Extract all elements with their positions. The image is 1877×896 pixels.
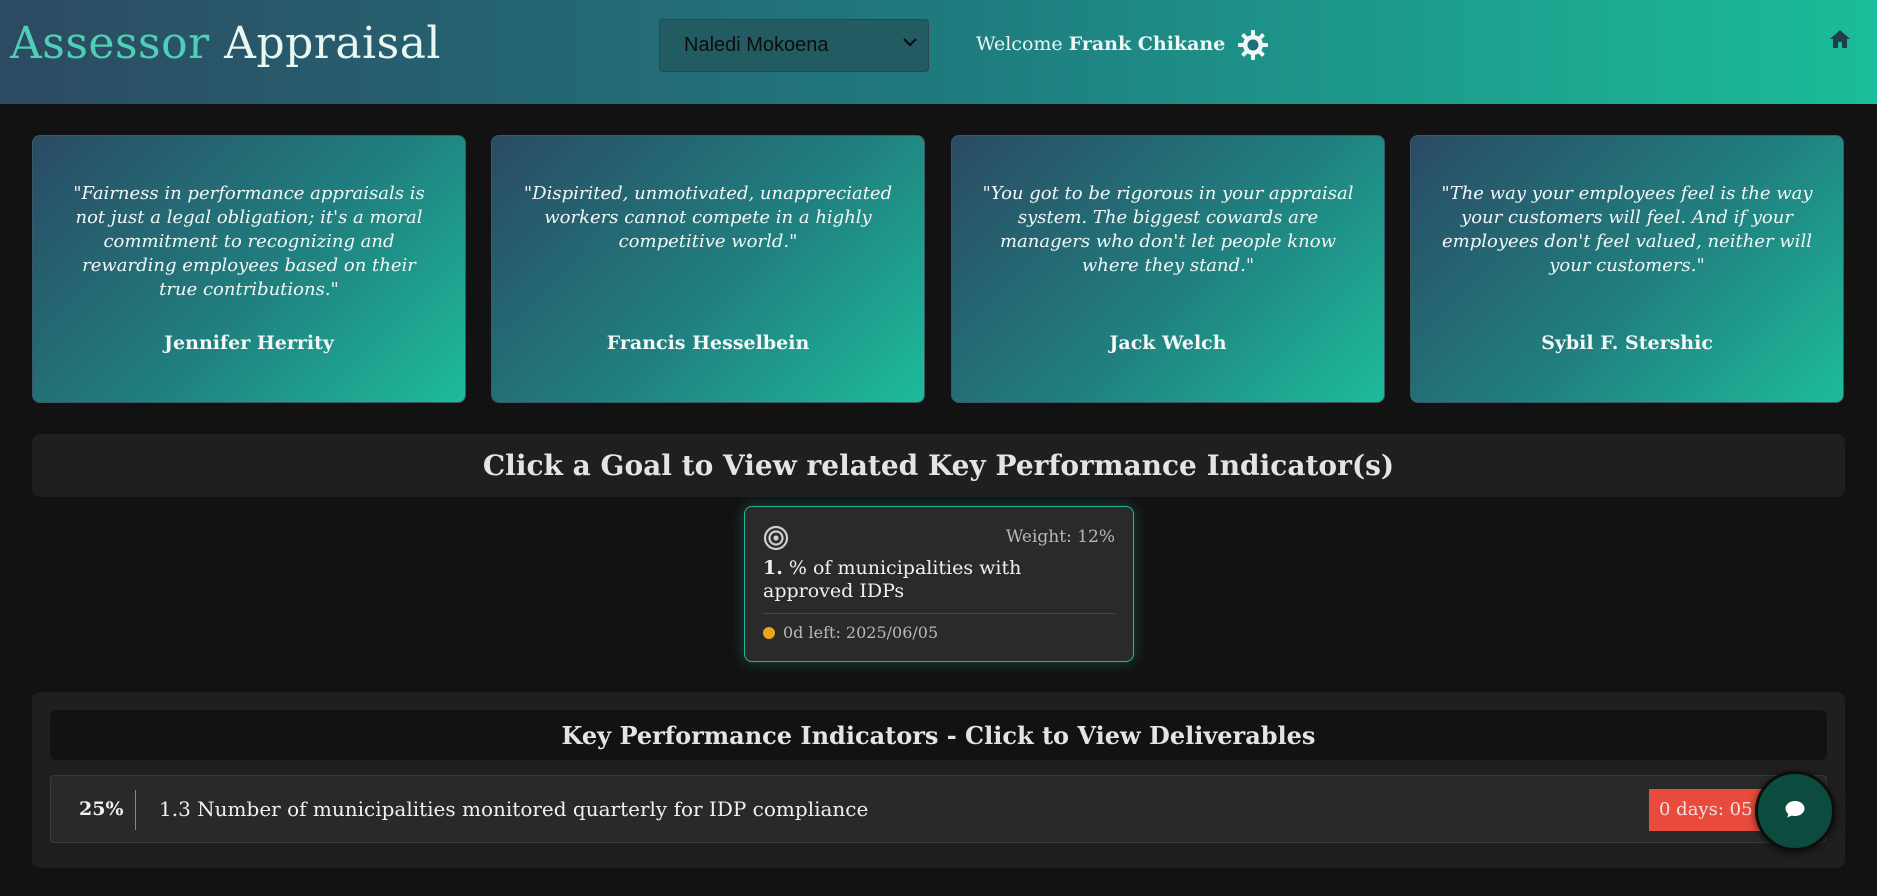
goal-deadline: 0d left: 2025/06/05 — [763, 623, 938, 642]
home-icon[interactable] — [1829, 28, 1851, 50]
goals-heading: Click a Goal to View related Key Perform… — [32, 434, 1845, 497]
goal-title: 1. % of municipalities with approved IDP… — [763, 557, 1103, 603]
kpi-title: 1.3 Number of municipalities monitored q… — [159, 797, 869, 821]
quote-text: "You got to be rigorous in your appraisa… — [982, 183, 1354, 276]
divider — [763, 613, 1115, 614]
goal-title-text: % of municipalities with approved IDPs — [763, 557, 1022, 602]
quote-card: "You got to be rigorous in your appraisa… — [951, 135, 1385, 403]
gear-icon[interactable] — [1236, 28, 1270, 62]
user-select-value: Naledi Mokoena — [684, 34, 829, 56]
top-header: Assessor Appraisal Naledi Mokoena Welcom… — [0, 0, 1877, 104]
chat-icon — [1783, 798, 1807, 824]
status-dot — [763, 626, 775, 639]
chat-button[interactable] — [1755, 771, 1835, 851]
divider — [135, 790, 136, 830]
welcome-text: Welcome Frank Chikane — [976, 33, 1225, 55]
kpi-percent: 25% — [79, 798, 124, 820]
quote-card: "Dispirited, unmotivated, unappreciated … — [491, 135, 925, 403]
quote-text: "Dispirited, unmotivated, unappreciated … — [523, 183, 893, 252]
app-title: Assessor Appraisal — [10, 18, 441, 69]
goal-number: 1. — [763, 557, 783, 579]
kpi-panel: Key Performance Indicators - Click to Vi… — [32, 692, 1845, 868]
quote-text: "The way your employees feel is the way … — [1441, 183, 1813, 276]
quote-card: "Fairness in performance appraisals is n… — [32, 135, 466, 403]
welcome-name: Frank Chikane — [1068, 33, 1226, 55]
quote-author: Jennifer Herrity — [164, 332, 334, 354]
chevron-down-icon — [902, 32, 918, 58]
quote-author: Jack Welch — [1109, 332, 1227, 354]
user-select[interactable]: Naledi Mokoena — [659, 19, 929, 72]
quote-card: "The way your employees feel is the way … — [1410, 135, 1844, 403]
quote-author: Francis Hesselbein — [606, 332, 810, 354]
target-icon — [763, 525, 789, 551]
app-title-part1: Assessor — [10, 18, 210, 69]
welcome-label: Welcome — [976, 33, 1063, 55]
kpi-row[interactable]: 25% 1.3 Number of municipalities monitor… — [50, 775, 1827, 843]
goal-weight: Weight: 12% — [1005, 527, 1115, 547]
kpi-heading: Key Performance Indicators - Click to Vi… — [50, 710, 1827, 760]
goal-card[interactable]: Weight: 12% 1. % of municipalities with … — [744, 506, 1134, 662]
quote-author: Sybil F. Stershic — [1541, 332, 1713, 354]
goal-deadline-text: 0d left: 2025/06/05 — [783, 623, 939, 642]
app-title-part2: Appraisal — [224, 18, 442, 69]
quote-text: "Fairness in performance appraisals is n… — [73, 183, 425, 300]
